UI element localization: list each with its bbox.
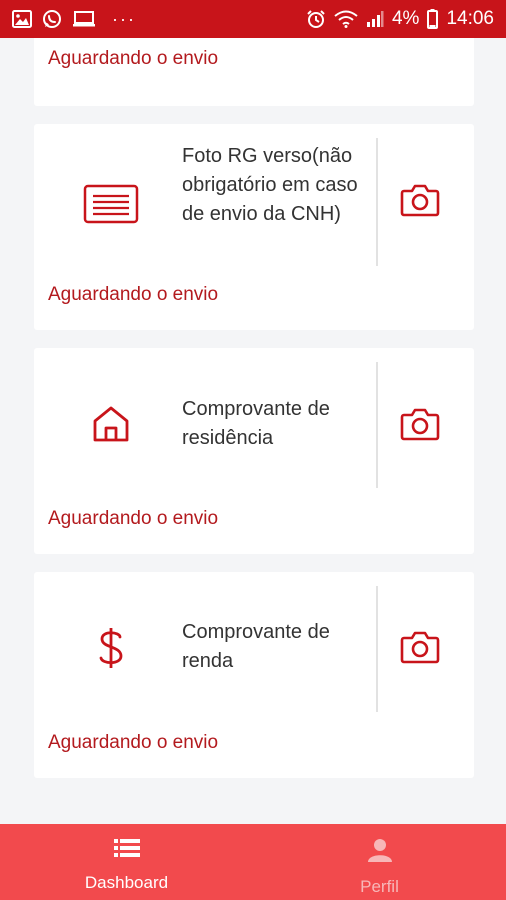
- divider: [376, 362, 378, 488]
- alarm-icon: [306, 9, 326, 29]
- document-status: Aguardando o envio: [48, 48, 219, 69]
- document-card-rg-verso: Foto RG verso(não obrigatório em caso de…: [34, 124, 474, 330]
- whatsapp-icon: [42, 9, 62, 29]
- signal-icon: [366, 10, 384, 28]
- document-title: Comprovante de residência: [182, 398, 330, 449]
- camera-button[interactable]: [392, 177, 448, 227]
- nav-item-perfil[interactable]: Perfil: [253, 824, 506, 900]
- more-dots-icon: ···: [112, 8, 136, 29]
- document-card-renda: Comprovante de renda Aguardando o envio: [34, 572, 474, 778]
- nav-label: Dashboard: [84, 873, 169, 892]
- dollar-icon: [82, 623, 140, 673]
- list-icon: [113, 838, 140, 863]
- divider: [376, 138, 378, 266]
- camera-icon: [400, 183, 440, 222]
- wifi-icon: [334, 10, 358, 28]
- status-bar-left: ···: [12, 9, 136, 30]
- nav-item-dashboard[interactable]: Dashboard: [0, 824, 253, 900]
- battery-icon: [427, 9, 439, 29]
- document-card: Aguardando o envio: [34, 38, 474, 106]
- document-title: Foto RG verso(não obrigatório em caso de…: [182, 145, 358, 225]
- status-bar: ··· 4% 14:06: [0, 0, 506, 38]
- camera-icon: [400, 630, 440, 669]
- id-card-icon: [82, 179, 140, 229]
- battery-percent: 4%: [391, 8, 420, 29]
- camera-button[interactable]: [392, 624, 448, 674]
- status-bar-right: 4% 14:06: [306, 8, 494, 30]
- camera-button[interactable]: [392, 401, 448, 451]
- home-icon: [82, 399, 140, 449]
- document-status: Aguardando o envio: [48, 508, 219, 529]
- nav-label: Perfil: [360, 877, 399, 896]
- document-status: Aguardando o envio: [48, 284, 219, 305]
- camera-icon: [400, 407, 440, 446]
- divider: [376, 586, 378, 712]
- document-status: Aguardando o envio: [48, 732, 219, 753]
- bottom-navigation: Dashboard Perfil: [0, 824, 506, 900]
- clock: 14:06: [446, 8, 494, 29]
- image-icon: [12, 10, 32, 28]
- user-icon: [367, 838, 392, 867]
- laptop-icon: [72, 10, 96, 28]
- document-title: Comprovante de renda: [182, 621, 330, 672]
- document-list[interactable]: Aguardando o envio Foto RG verso(não obr…: [0, 38, 506, 824]
- document-card-residencia: Comprovante de residência Aguardando o e…: [34, 348, 474, 554]
